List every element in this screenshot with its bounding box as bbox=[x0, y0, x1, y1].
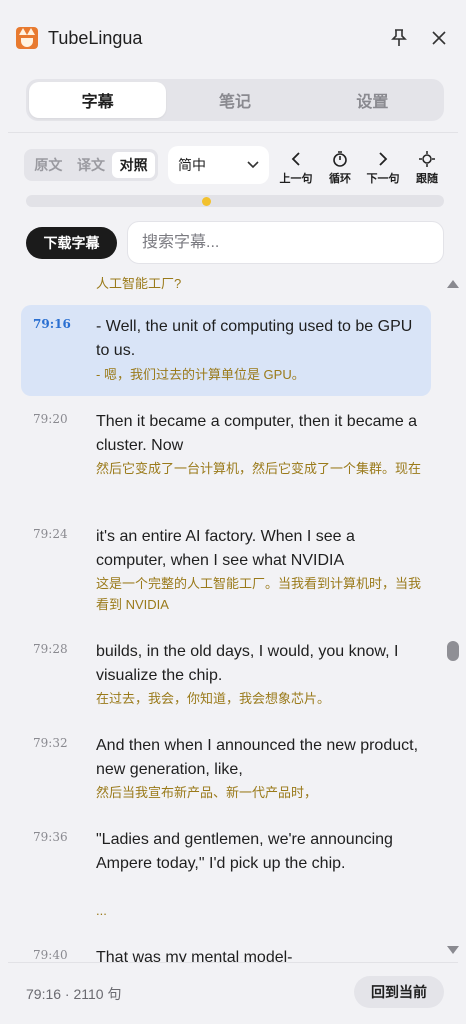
language-select-value: 简中 bbox=[178, 157, 206, 173]
cue-translation-text: 然后当我宣布新产品、新一代产品时， bbox=[96, 785, 318, 800]
cue-original-text: - Well, the unit of computing used to be… bbox=[96, 318, 413, 359]
fox-logo-icon bbox=[16, 27, 38, 49]
close-icon[interactable] bbox=[428, 27, 450, 49]
tab-subtitles[interactable]: 字幕 bbox=[29, 82, 167, 118]
app-title: TubeLingua bbox=[48, 27, 143, 48]
crosshair-icon bbox=[419, 150, 435, 168]
loop-label: 循环 bbox=[329, 173, 351, 185]
loop-button[interactable]: 循环 bbox=[321, 150, 359, 186]
cue-timestamp: 79:32 bbox=[33, 736, 68, 750]
search-subtitles-input[interactable] bbox=[127, 221, 444, 264]
chevron-right-icon bbox=[378, 150, 388, 168]
subtitle-cue[interactable]: 79:28 builds, in the old days, I would, … bbox=[21, 630, 431, 715]
scroll-down-arrow-icon[interactable] bbox=[447, 946, 459, 954]
subtitle-list: 人工智能工厂? 79:16 - Well, the unit of comput… bbox=[0, 270, 444, 962]
cue-translation-text: 然后它变成了一台计算机，然后它变成了一个集群。现在 bbox=[96, 461, 422, 476]
scroll-up-arrow-icon[interactable] bbox=[447, 280, 459, 288]
subtitle-cue[interactable]: 79:16 - Well, the unit of computing used… bbox=[21, 305, 431, 396]
next-sentence-label: 下一句 bbox=[366, 173, 400, 185]
download-subtitles-button[interactable]: 下载字幕 bbox=[26, 227, 117, 259]
cue-original-text: That was my mental model- bbox=[96, 949, 293, 962]
cue-translation-text: ... bbox=[96, 903, 107, 918]
mode-original[interactable]: 原文 bbox=[27, 152, 70, 178]
cue-original-text: And then when I announced the new produc… bbox=[96, 737, 419, 778]
back-to-current-button[interactable]: 回到当前 bbox=[354, 976, 444, 1008]
main-tabs: 字幕 笔记 设置 bbox=[26, 79, 444, 121]
follow-label: 跟随 bbox=[416, 173, 438, 185]
tab-notes[interactable]: 笔记 bbox=[166, 82, 303, 118]
subtitle-scrollbar[interactable] bbox=[444, 272, 462, 962]
chevron-down-icon bbox=[247, 161, 259, 169]
follow-button[interactable]: 跟随 bbox=[408, 150, 446, 186]
cue-translation-text: - 嗯，我们过去的计算单位是 GPU。 bbox=[96, 367, 305, 382]
cue-translation-text: 这是一个完整的人工智能工厂。当我看到计算机时，当我看到 NVIDIA bbox=[96, 576, 422, 612]
subtitle-cue[interactable]: 79:24 it's an entire AI factory. When I … bbox=[21, 515, 431, 615]
timeline-progress[interactable] bbox=[26, 195, 444, 207]
subtitle-cue[interactable]: 79:36 "Ladies and gentlemen, we're annou… bbox=[21, 818, 431, 928]
next-sentence-button[interactable]: 下一句 bbox=[364, 150, 402, 186]
language-select[interactable]: 简中 bbox=[168, 146, 269, 184]
subtitle-cue[interactable]: 79:40 That was my mental model- bbox=[21, 936, 431, 962]
subtitle-cue[interactable]: 79:32 And then when I announced the new … bbox=[21, 724, 431, 809]
cue-timestamp: 79:28 bbox=[33, 642, 68, 656]
chevron-left-icon bbox=[291, 150, 301, 168]
cue-timestamp: 79:36 bbox=[33, 830, 68, 844]
cue-original-text: "Ladies and gentlemen, we're announcing … bbox=[96, 831, 393, 872]
cue-timestamp: 79:20 bbox=[33, 412, 68, 426]
cue-original-text: builds, in the old days, I would, you kn… bbox=[96, 643, 399, 684]
mode-bilingual[interactable]: 对照 bbox=[112, 152, 156, 178]
cue-original-text: it's an entire AI factory. When I see a … bbox=[96, 528, 355, 569]
tab-settings[interactable]: 设置 bbox=[304, 82, 441, 118]
title-bar: TubeLingua bbox=[0, 0, 466, 76]
subtitle-cue[interactable]: 79:20 Then it became a computer, then it… bbox=[21, 400, 431, 500]
pin-icon[interactable] bbox=[388, 27, 410, 49]
cue-timestamp: 79:24 bbox=[33, 527, 68, 541]
prev-sentence-button[interactable]: 上一句 bbox=[277, 150, 315, 186]
timer-icon bbox=[332, 150, 348, 168]
status-text: 79:16 · 2110 句 bbox=[26, 986, 122, 1002]
previous-cue-translation: 人工智能工厂? bbox=[96, 276, 182, 291]
header-divider bbox=[8, 132, 458, 133]
mode-translation[interactable]: 译文 bbox=[70, 152, 113, 178]
prev-sentence-label: 上一句 bbox=[279, 173, 313, 185]
cue-translation-text: 在过去，我会，你知道，我会想象芯片。 bbox=[96, 691, 331, 706]
scrollbar-thumb[interactable] bbox=[447, 641, 459, 661]
timeline-thumb[interactable] bbox=[202, 197, 211, 206]
footer-divider bbox=[8, 962, 458, 963]
cue-timestamp: 79:40 bbox=[33, 948, 68, 962]
display-mode-toggle: 原文 译文 对照 bbox=[24, 149, 158, 181]
cue-timestamp: 79:16 bbox=[33, 317, 71, 331]
cue-original-text: Then it became a computer, then it becam… bbox=[96, 413, 418, 454]
